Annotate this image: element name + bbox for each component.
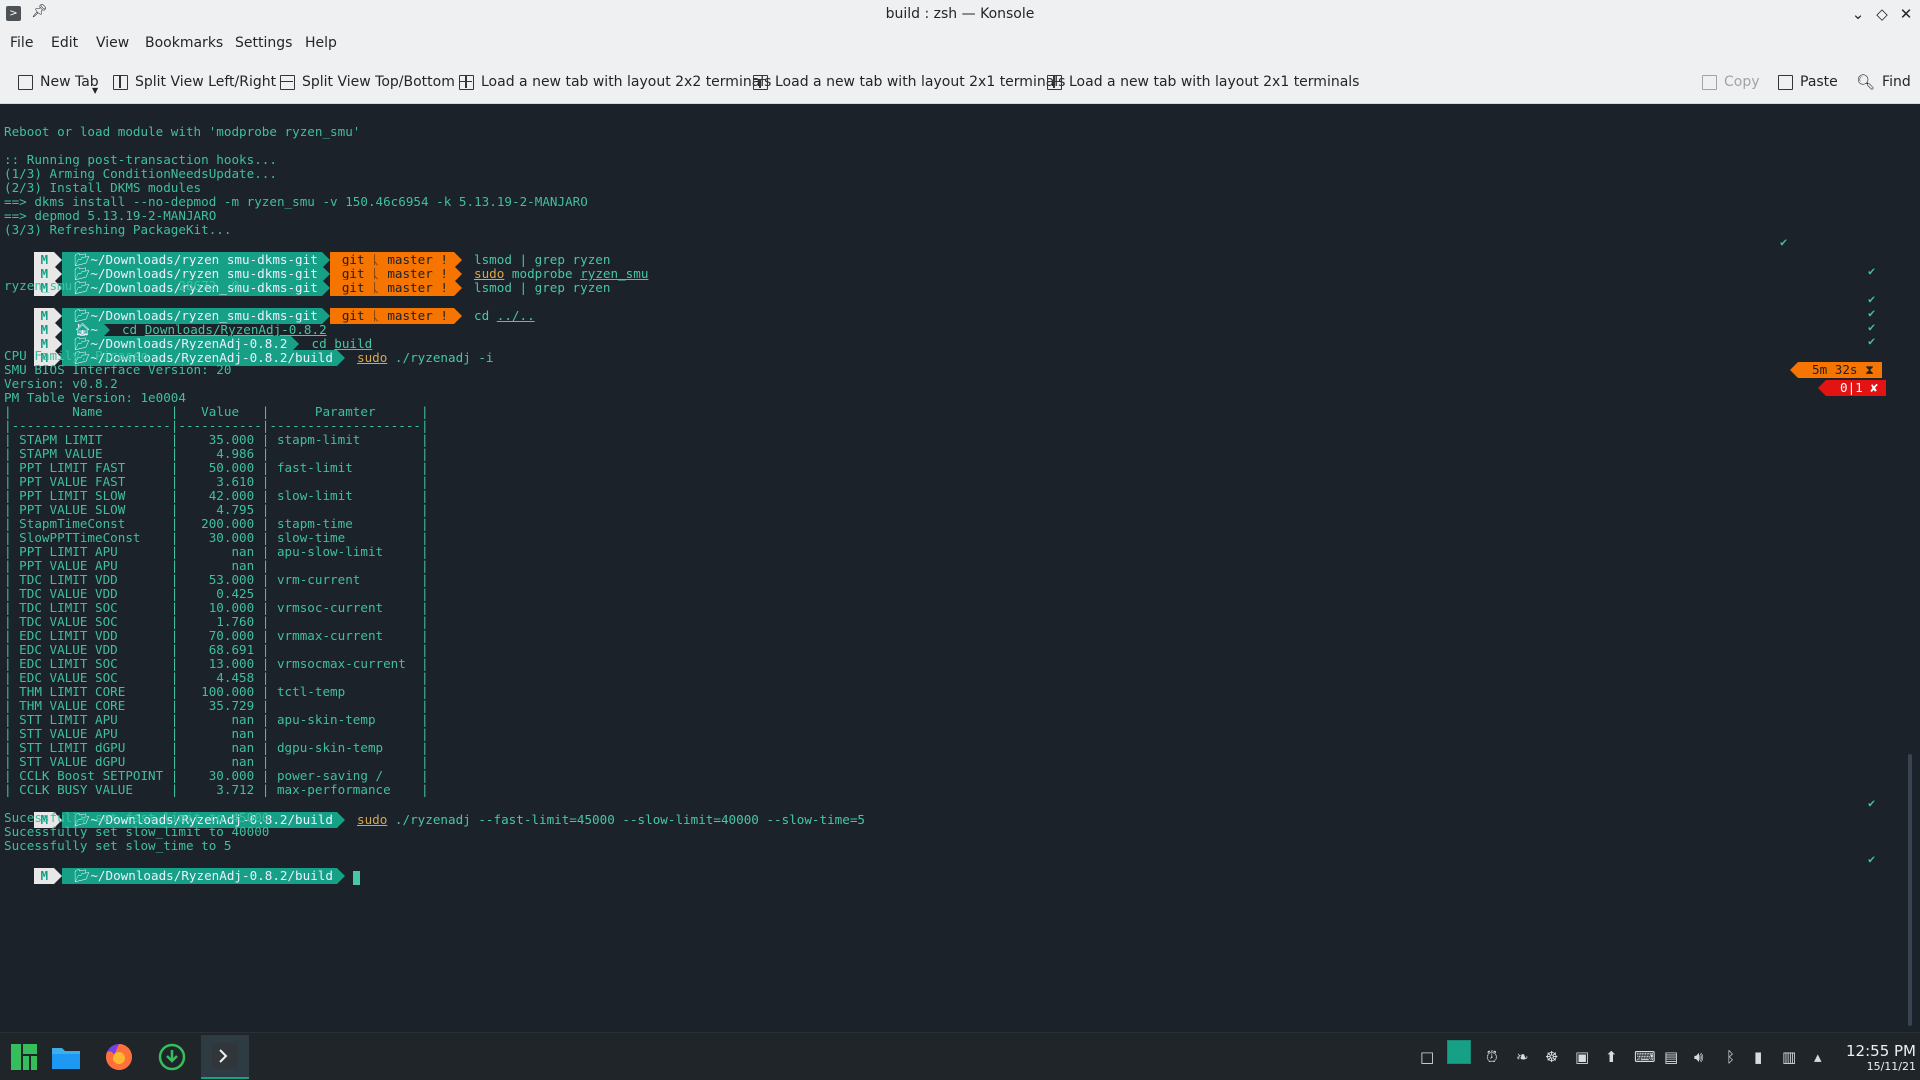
copy-button[interactable]: Copy <box>1702 72 1760 92</box>
menu-edit[interactable]: Edit <box>51 35 78 51</box>
layout-2x1-button[interactable]: Load a new tab with layout 2x1 terminals <box>753 72 1065 92</box>
split-top-bottom-icon <box>280 74 295 90</box>
layout-2x1-label: Load a new tab with layout 2x1 terminals <box>1069 74 1360 90</box>
duration-badge: 5m 32s ⧗ <box>1790 362 1882 378</box>
manjaro-logo-icon <box>11 1044 37 1070</box>
taskbar-firefox[interactable] <box>95 1035 143 1079</box>
alarm-icon[interactable]: ⏰︎ <box>1486 1048 1498 1066</box>
status-check-icon: ✔ <box>1868 796 1876 810</box>
split-top-bottom-button[interactable]: Split View Top/Bottom <box>280 72 455 92</box>
taskbar-software-updater[interactable] <box>148 1035 196 1079</box>
battery-icon[interactable]: ▮ <box>1754 1048 1762 1066</box>
menu-settings[interactable]: Settings <box>235 35 292 51</box>
taskbar: □ ⏰︎ ❧ ☸ ▣ ⬆︎ ⌨︎ ▤ 🔊︎ ᛒ ▮ ▥ ▴ <box>0 1032 1920 1080</box>
storage-icon[interactable]: ▤ <box>1664 1048 1678 1066</box>
window-title: build : zsh — Konsole <box>885 6 1035 22</box>
copy-icon <box>1702 74 1717 90</box>
status-check-icon: ✔ <box>1868 852 1876 866</box>
status-check-icon: ✔ <box>1868 320 1876 334</box>
terminal-output-line: Reboot or load module with 'modprobe ryz… <box>4 124 361 139</box>
search-icon: 🔍︎ <box>1856 73 1876 91</box>
new-tab-icon <box>18 74 33 90</box>
split-left-right-button[interactable]: Split View Left/Right <box>113 72 276 92</box>
leaf-icon[interactable]: ❧ <box>1516 1048 1529 1066</box>
split-left-right-label: Split View Left/Right <box>135 74 277 90</box>
status-check-icon: ✔ <box>1780 235 1788 249</box>
bluetooth-icon[interactable]: ᛒ <box>1726 1048 1735 1066</box>
new-tab-label: New Tab <box>40 74 99 90</box>
toolbar: New Tab Split View Left/Right Split View… <box>0 59 1920 104</box>
taskbar-files[interactable] <box>42 1035 90 1079</box>
menu-bookmarks[interactable]: Bookmarks <box>145 35 223 51</box>
firefox-icon <box>106 1044 132 1070</box>
command-text: sudo ./ryzenadj -i <box>356 350 494 365</box>
scrollbar-thumb[interactable] <box>1908 754 1912 1026</box>
command-text: sudo ./ryzenadj --fast-limit=45000 --slo… <box>356 812 866 827</box>
clipboard-icon[interactable]: ▣ <box>1575 1048 1589 1066</box>
layout-2x2-icon <box>459 74 474 90</box>
status-check-icon: ✔ <box>1868 306 1876 320</box>
layout-2x1-button-2[interactable]: Load a new tab with layout 2x1 terminals <box>1047 72 1359 92</box>
prompt-path: 📂︎~/Downloads/RyzenAdj-0.8.2/build <box>62 868 337 884</box>
menu-view[interactable]: View <box>96 35 129 51</box>
terminal-tray-icon[interactable]: ⌨︎ <box>1634 1048 1656 1066</box>
digital-clock[interactable]: 12:55 PM 15/11/21 <box>1822 1042 1916 1073</box>
menu-help[interactable]: Help <box>305 35 337 51</box>
split-left-right-icon <box>113 74 128 90</box>
command-text: cd ../.. <box>473 308 535 323</box>
error-status-badge: 0|1 ✘ <box>1818 380 1886 396</box>
taskbar-konsole[interactable] <box>201 1035 249 1079</box>
terminal-icon <box>212 1043 238 1069</box>
close-icon[interactable]: ✕ <box>1895 3 1917 25</box>
kdeconnect-icon[interactable]: ☸ <box>1545 1048 1558 1066</box>
prompt-line-current[interactable]: M 📂︎~/Downloads/RyzenAdj-0.8.2/build <box>4 851 360 885</box>
status-check-icon: ✔ <box>1868 334 1876 348</box>
volume-icon[interactable]: 🔊︎ <box>1694 1048 1703 1066</box>
layout-2x2-button[interactable]: Load a new tab with layout 2x2 terminals <box>459 72 771 92</box>
new-tab-button[interactable]: New Tab <box>18 72 99 92</box>
terminal-view[interactable]: Reboot or load module with 'modprobe ryz… <box>0 104 1920 1032</box>
desktop-pager[interactable] <box>1447 1040 1471 1068</box>
status-check-icon: ✔ <box>1868 264 1876 278</box>
copy-label: Copy <box>1724 74 1760 90</box>
layout-2x1-icon <box>1047 74 1062 90</box>
folder-icon <box>52 1048 80 1069</box>
updates-icon[interactable]: ⬆︎ <box>1605 1048 1618 1066</box>
window-icon[interactable]: □ <box>1420 1048 1434 1066</box>
find-label: Find <box>1882 74 1911 90</box>
paste-button[interactable]: Paste <box>1778 72 1838 92</box>
new-tab-dropdown-icon[interactable]: ▼ <box>92 86 98 95</box>
application-launcher[interactable] <box>0 1035 48 1079</box>
network-icon[interactable]: ▥ <box>1782 1048 1796 1066</box>
status-check-icon: ✔ <box>1868 292 1876 306</box>
layout-2x1-label: Load a new tab with layout 2x1 terminals <box>775 74 1066 90</box>
find-button[interactable]: 🔍︎ Find <box>1856 72 1911 92</box>
layout-2x1-icon <box>753 74 768 90</box>
chevron-up-icon[interactable]: ▴ <box>1814 1048 1822 1066</box>
split-top-bottom-label: Split View Top/Bottom <box>302 74 455 90</box>
clock-time: 12:55 PM <box>1846 1042 1916 1060</box>
paste-label: Paste <box>1800 74 1838 90</box>
paste-icon <box>1778 74 1793 90</box>
maximize-icon[interactable]: ◇ <box>1871 3 1893 25</box>
text-cursor <box>352 870 360 885</box>
clock-date: 15/11/21 <box>1866 1060 1916 1073</box>
menu-bar: File Edit View Bookmarks Settings Help <box>0 29 1920 59</box>
manjaro-icon: M <box>34 868 55 884</box>
minimize-icon[interactable]: ⌄ <box>1847 3 1869 25</box>
title-bar: > 📌︎ build : zsh — Konsole ⌄ ◇ ✕ <box>0 0 1920 29</box>
download-icon <box>158 1043 186 1071</box>
menu-file[interactable]: File <box>10 35 33 51</box>
layout-2x2-label: Load a new tab with layout 2x2 terminals <box>481 74 772 90</box>
